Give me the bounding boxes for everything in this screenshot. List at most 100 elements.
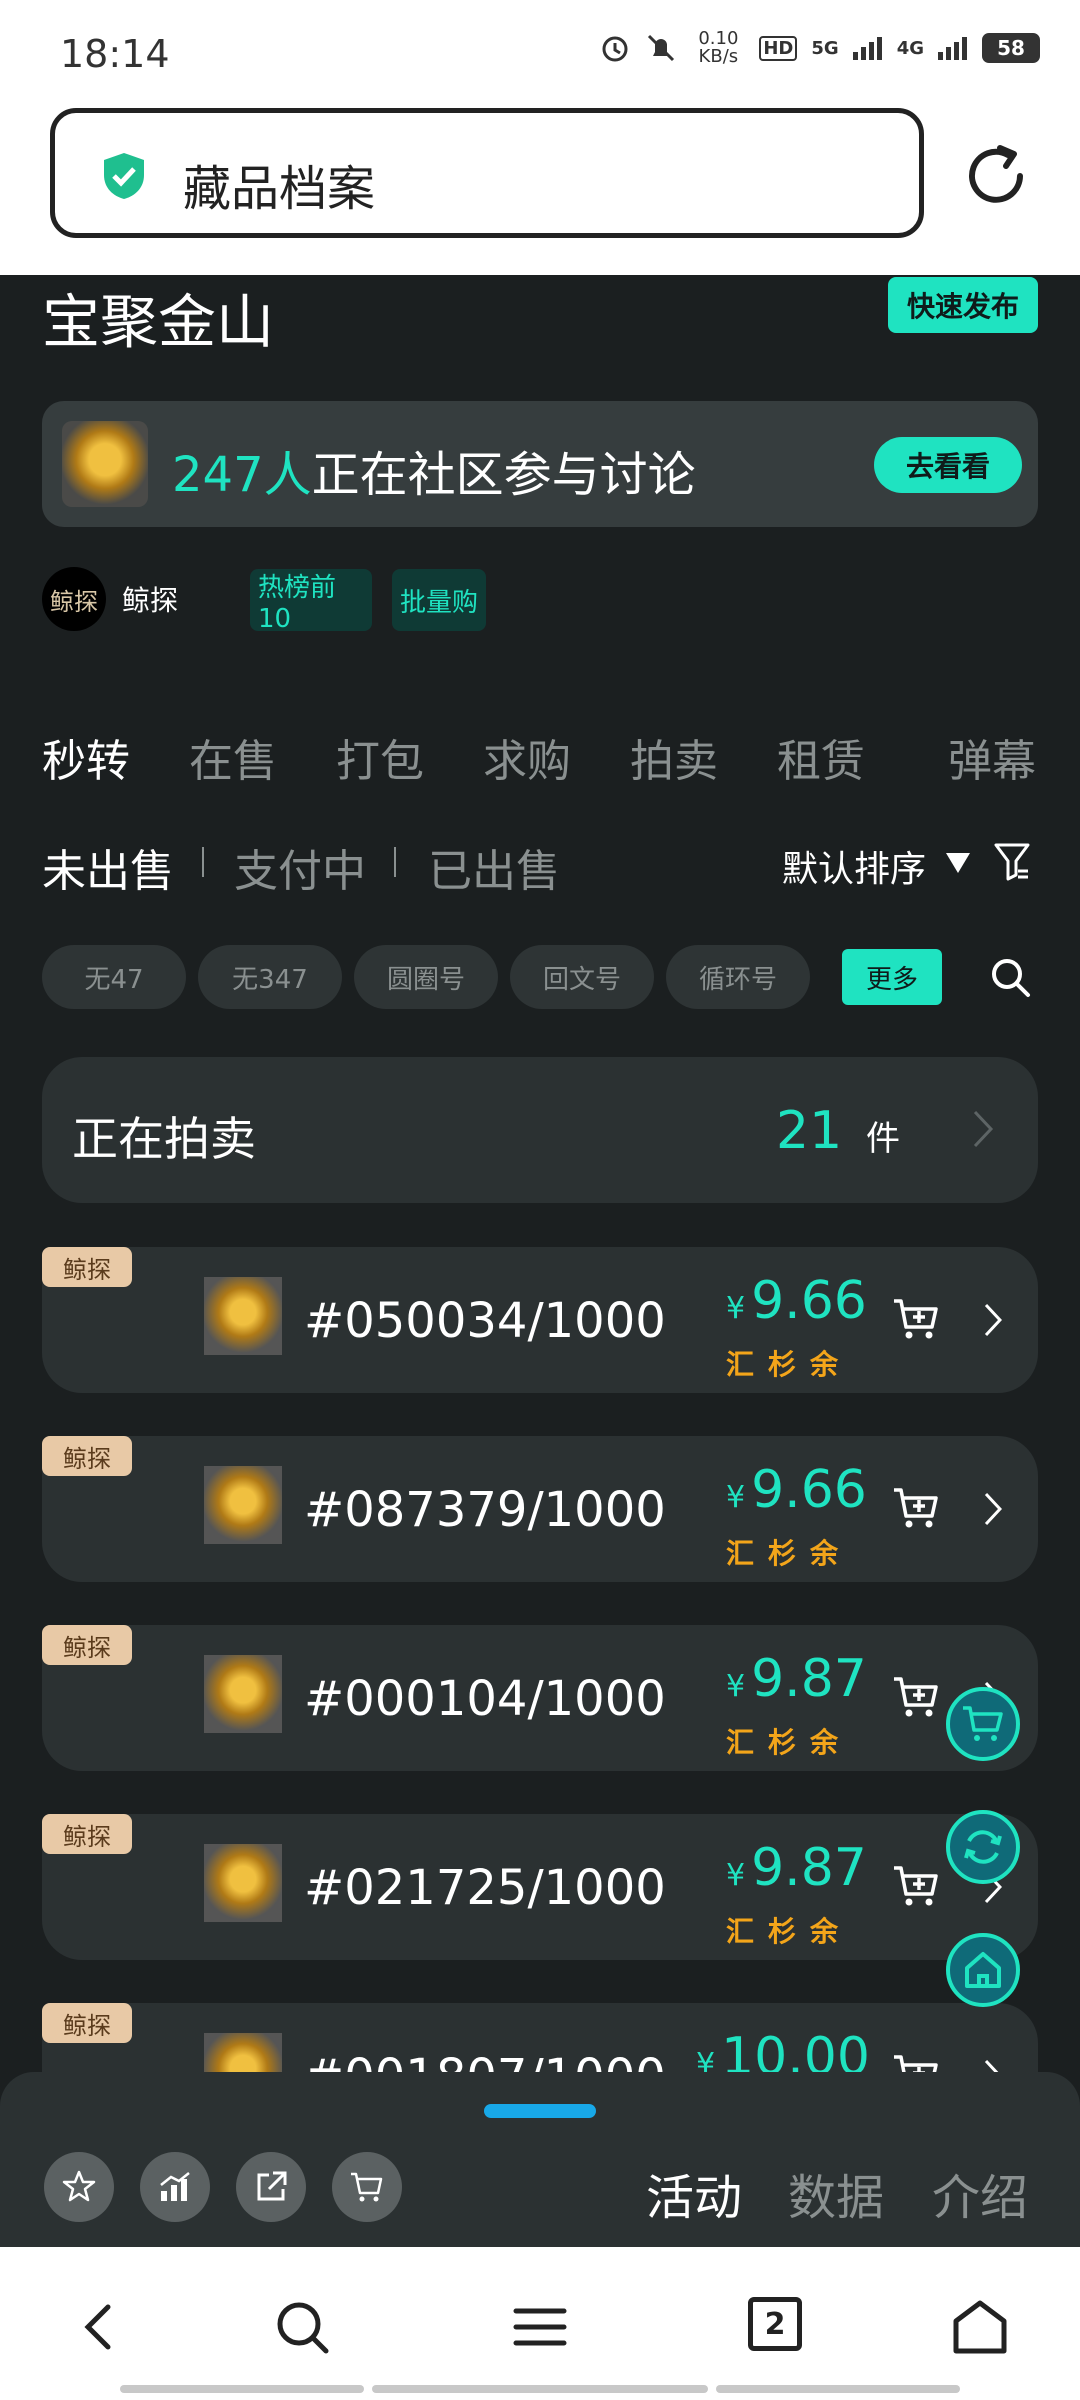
creator-info[interactable]: 鲸探 鲸探 [42,567,178,631]
back-icon[interactable] [70,2297,130,2357]
page-title: 藏品档案 [183,161,376,217]
item-serial: #021725/1000 [304,1860,666,1916]
home-icon [965,1952,1001,1988]
search-icon[interactable] [272,2297,332,2357]
app-root: 18:14 0.10 KB/s HD 5G 4G 58 藏品档案 宝聚金山 快速… [0,0,1080,2400]
quick-publish-button[interactable]: 快速发布 [888,277,1038,333]
mute-bell-icon [648,34,675,62]
go-see-button[interactable]: 去看看 [874,437,1022,493]
floating-home-button[interactable] [946,1933,1020,2007]
tab-danmaku[interactable]: 弹幕 [948,725,1036,789]
tab-quick-transfer[interactable]: 秒转 [42,725,130,789]
currency-symbol: ¥ [696,2047,716,2075]
chip-no47[interactable]: 无47 [42,945,186,1009]
refresh-icon [964,1830,1002,1864]
subtab-sold[interactable]: 已出售 [428,835,560,899]
net-speed: 0.10 KB/s [698,28,739,67]
gesture-bar [716,2385,960,2393]
signal-icon [852,37,882,60]
signal-icon-2 [938,37,967,60]
currency-symbol: ¥ [726,1858,746,1893]
item-thumbnail [204,1655,282,1733]
status-bar: 18:14 0.10 KB/s HD 5G 4G 58 [0,0,1080,100]
sheet-tab-intro[interactable]: 介绍 [932,2158,1028,2228]
add-to-cart-icon[interactable] [892,1864,940,1908]
currency-symbol: ¥ [726,1291,746,1326]
platform-badge: 鲸探 [42,1625,132,1665]
more-chips-button[interactable]: 更多 [842,949,942,1005]
battery-icon: 58 [982,33,1040,63]
sort-dropdown[interactable]: 默认排序 [782,840,926,892]
item-price: ¥9.87 [726,1649,867,1709]
chip-no347[interactable]: 无347 [198,945,342,1009]
tab-on-sale[interactable]: 在售 [189,725,277,789]
cart-button[interactable] [332,2152,402,2222]
community-message: 正在社区参与讨论 [311,447,696,503]
status-time: 18:14 [60,32,170,76]
subtab-unsold[interactable]: 未出售 [42,835,174,899]
tag-bulk-buy[interactable]: 批量购 [392,569,486,631]
tabs-count-button[interactable]: 2 [748,2297,802,2351]
community-banner[interactable]: 247人正在社区参与讨论 去看看 [42,401,1038,527]
gesture-bar [120,2385,364,2393]
tab-auction[interactable]: 拍卖 [630,725,718,789]
share-button[interactable] [236,2152,306,2222]
sheet-drag-handle[interactable] [484,2104,596,2118]
chip-palindrome[interactable]: 回文号 [510,945,654,1009]
listing-item[interactable]: 鲸探 #087379/1000 ¥9.66 汇杉余 [42,1436,1038,1582]
auction-count: 21 [776,1101,843,1161]
search-icon[interactable] [988,955,1032,999]
price-value: 9.66 [751,1460,867,1520]
divider [394,847,396,877]
favorite-button[interactable] [44,2152,114,2222]
add-to-cart-icon[interactable] [892,1675,940,1719]
tag-hot-top10[interactable]: 热榜前10 [250,569,372,634]
chevron-right-icon[interactable] [984,1303,1002,1337]
star-icon [62,2170,96,2202]
sim2-label: 4G [896,37,924,59]
address-bar[interactable]: 藏品档案 [50,108,924,238]
sheet-tab-data[interactable]: 数据 [788,2158,884,2228]
currency-symbol: ¥ [726,1669,746,1704]
tab-bundle[interactable]: 打包 [336,725,424,789]
item-price: ¥10.00 [696,2027,870,2075]
price-source: 汇杉余 [726,1537,853,1570]
floating-refresh-button[interactable] [946,1810,1020,1884]
listing-item[interactable]: 鲸探 #001807/1000 ¥10.00 [42,2003,1038,2075]
participant-count: 247人 [172,447,312,503]
item-thumbnail [204,1466,282,1544]
chart-up-icon [160,2172,190,2201]
tab-rental[interactable]: 租赁 [777,725,865,789]
shield-check-icon [104,153,144,199]
browser-nav-bar: 2 [0,2247,1080,2400]
collection-thumbnail [62,421,148,507]
tab-wanted[interactable]: 求购 [483,725,571,789]
number-filter-chips: 无47 无347 圆圈号 回文号 循环号 更多 [42,945,1042,1009]
platform-badge: 鲸探 [42,1814,132,1854]
platform-badge: 鲸探 [42,2003,132,2043]
listing-item[interactable]: 鲸探 #021725/1000 ¥9.87 汇杉余 [42,1814,1038,1960]
creator-avatar: 鲸探 [42,567,106,631]
chip-circle-number[interactable]: 圆圈号 [354,945,498,1009]
floating-cart-button[interactable] [946,1687,1020,1761]
home-icon[interactable] [950,2297,1010,2357]
gesture-bar [372,2385,708,2393]
chevron-right-icon[interactable] [984,1492,1002,1526]
sheet-tab-activity[interactable]: 活动 [646,2158,742,2228]
item-thumbnail [204,1277,282,1355]
reload-icon[interactable] [960,140,1032,212]
menu-icon[interactable] [510,2297,570,2357]
trend-button[interactable] [140,2152,210,2222]
auction-summary[interactable]: 正在拍卖 21 件 [42,1057,1038,1203]
subtab-paying[interactable]: 支付中 [234,835,366,899]
caret-down-icon[interactable] [946,853,970,873]
listing-item[interactable]: 鲸探 #000104/1000 ¥9.87 汇杉余 [42,1625,1038,1771]
filter-icon[interactable] [994,841,1030,881]
listing-item[interactable]: 鲸探 #050034/1000 ¥9.66 汇杉余 [42,1247,1038,1393]
item-thumbnail [204,2033,282,2075]
chip-cycle-number[interactable]: 循环号 [666,945,810,1009]
add-to-cart-icon[interactable] [892,1486,940,1530]
auction-label: 正在拍卖 [72,1112,256,1166]
main-tabs: 秒转 在售 打包 求购 拍卖 租赁 弹幕 [42,725,1042,795]
add-to-cart-icon[interactable] [892,1297,940,1341]
